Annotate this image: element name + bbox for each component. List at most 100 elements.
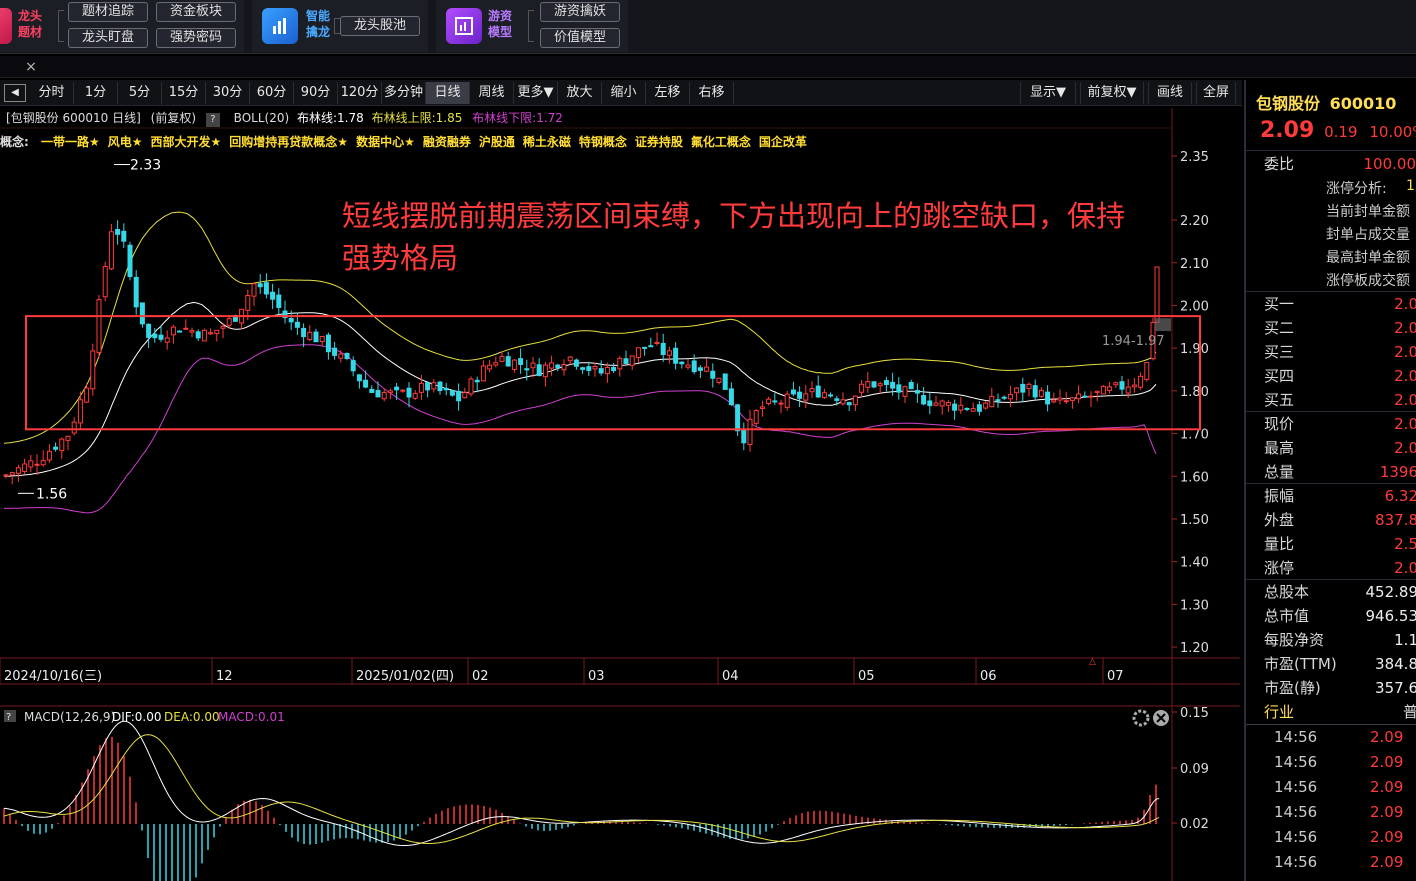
period-15min-button[interactable]: 15分 — [162, 82, 206, 104]
stat-c0-label: 总股本 — [1264, 583, 1310, 601]
dragon-stock-pool-button[interactable]: 龙头股池 — [340, 16, 420, 36]
candle-body — [307, 331, 313, 341]
candle-body — [821, 392, 827, 398]
stat-a0-row: 现价 2.0 — [1246, 412, 1416, 436]
buy-order-5-label: 买五 — [1264, 391, 1295, 409]
candle-body — [449, 390, 455, 396]
candle-body — [332, 347, 338, 356]
kline-chart[interactable]: 2.352.202.102.001.901.801.701.601.501.40… — [0, 108, 1244, 881]
candle-body — [344, 352, 350, 359]
leader-monitor-button[interactable]: 龙头盯盘 — [68, 28, 148, 48]
bracket-divider — [58, 10, 64, 42]
settings-gear-icon[interactable] — [1132, 709, 1150, 727]
candle-body — [108, 231, 114, 270]
divider — [1246, 150, 1416, 151]
candle-body — [648, 345, 654, 348]
candle-body — [790, 389, 796, 395]
buy-order-2-row: 买二 2.0 — [1246, 316, 1416, 340]
stat-c4-value: 357.6 — [1375, 679, 1416, 697]
candle-body — [1026, 383, 1032, 389]
fund-sector-button[interactable]: 资金板块 — [156, 2, 236, 22]
draw-line-button[interactable]: 画线 — [1148, 82, 1192, 104]
hot-money-demon-button[interactable]: 游资擒妖 — [540, 2, 620, 22]
buy-order-3-value: 2.0 — [1394, 343, 1416, 361]
stat-a1-row: 最高 2.0 — [1246, 436, 1416, 460]
period-60min-button[interactable]: 60分 — [250, 82, 294, 104]
price-tick-label: 2.35 — [1180, 150, 1209, 165]
candle-body — [623, 358, 629, 364]
macd-help-glyph: ? — [6, 712, 11, 723]
candle-body — [462, 392, 468, 399]
candle-body — [28, 460, 34, 468]
candle-body — [617, 357, 623, 370]
fullscreen-button[interactable]: 全屏 — [1196, 82, 1236, 104]
dragon-theme-logo-text[interactable]: 龙头题材 — [18, 8, 46, 40]
tick-time: 14:56 — [1274, 828, 1318, 846]
date-tick-label: 02 — [472, 669, 489, 684]
period-5min-button[interactable]: 5分 — [118, 82, 162, 104]
period-intraday-button[interactable]: 分时 — [30, 82, 74, 104]
stat-c2-value: 1.1 — [1394, 631, 1416, 649]
candle-body — [555, 364, 561, 369]
period-zoom-out-button[interactable]: 缩小 — [602, 82, 646, 104]
candle-body — [164, 337, 170, 343]
candle-body — [1076, 393, 1082, 400]
candle-body — [84, 387, 90, 403]
smart-dragon-logo-icon[interactable] — [262, 8, 298, 44]
adjust-button[interactable]: 前复权▼ — [1080, 82, 1144, 104]
stat-a0-label: 现价 — [1264, 415, 1295, 433]
candle-body — [902, 386, 908, 397]
candle-body — [586, 366, 592, 371]
period-90min-button[interactable]: 90分 — [294, 82, 338, 104]
stock-code: 600010 — [1329, 94, 1397, 113]
stat-b2-label: 量比 — [1264, 535, 1295, 553]
candle-body — [375, 390, 381, 398]
tick-row: 14:56 2.09 — [1246, 850, 1416, 875]
period-120min-button[interactable]: 120分 — [338, 82, 382, 104]
period-pan-right-button[interactable]: 右移 — [690, 82, 734, 104]
buy-order-2-label: 买二 — [1264, 319, 1295, 337]
price-tick-label: 1.40 — [1180, 556, 1209, 571]
stat-a2-value: 1396 — [1379, 463, 1416, 481]
dragon-theme-logo-icon[interactable] — [0, 8, 12, 44]
annotation-text-line1: 短线摆脱前期震荡区间束缚，下方出现向上的跳空缺口，保持 — [342, 199, 1125, 233]
period-multi-min-button[interactable]: 多分钟 — [382, 82, 426, 104]
display-button[interactable]: 显示▼ — [1020, 82, 1076, 104]
stat-b1-label: 外盘 — [1264, 511, 1295, 529]
tick-row: 14:56 2.09 — [1246, 775, 1416, 800]
candle-body — [1082, 395, 1088, 398]
candle-body — [549, 362, 555, 369]
strength-code-button[interactable]: 强势密码 — [156, 28, 236, 48]
hot-money-logo-icon[interactable] — [446, 8, 482, 44]
candle-body — [226, 318, 232, 326]
candle-body — [245, 294, 251, 311]
candle-body — [896, 384, 902, 393]
macd-dea-label: DEA:0.00 — [164, 710, 220, 724]
candle-body — [251, 283, 257, 297]
period-1min-button[interactable]: 1分 — [74, 82, 118, 104]
tick-row: 14:56 2.09 — [1246, 725, 1416, 750]
toggle-sidebar-icon[interactable]: ◀ — [4, 84, 26, 102]
period-30min-button[interactable]: 30分 — [206, 82, 250, 104]
period-zoom-in-button[interactable]: 放大 — [558, 82, 602, 104]
theme-tracking-button[interactable]: 题材追踪 — [68, 2, 148, 22]
close-tab-icon[interactable]: × — [22, 58, 40, 76]
stat-a1-value: 2.0 — [1394, 439, 1416, 457]
candle-body — [772, 400, 778, 403]
period-daily-button[interactable]: 日线 — [426, 82, 470, 104]
hot-money-logo-text[interactable]: 游资模型 — [488, 8, 516, 40]
candle-body — [1001, 396, 1007, 399]
period-more-button[interactable]: 更多▼ — [514, 82, 558, 104]
period-pan-left-button[interactable]: 左移 — [646, 82, 690, 104]
tick-time: 14:56 — [1274, 778, 1318, 796]
candle-body — [939, 400, 945, 407]
candle-body — [294, 321, 300, 328]
tick-time: 14:56 — [1274, 803, 1318, 821]
candle-body — [77, 399, 83, 424]
period-weekly-button[interactable]: 周线 — [470, 82, 514, 104]
stat-b0-row: 振幅 6.32 — [1246, 484, 1416, 508]
smart-dragon-logo-text[interactable]: 智能擒龙 — [306, 8, 334, 40]
chart-glyph-icon — [273, 18, 286, 34]
value-model-button[interactable]: 价值模型 — [540, 28, 620, 48]
candle-body — [852, 395, 858, 406]
